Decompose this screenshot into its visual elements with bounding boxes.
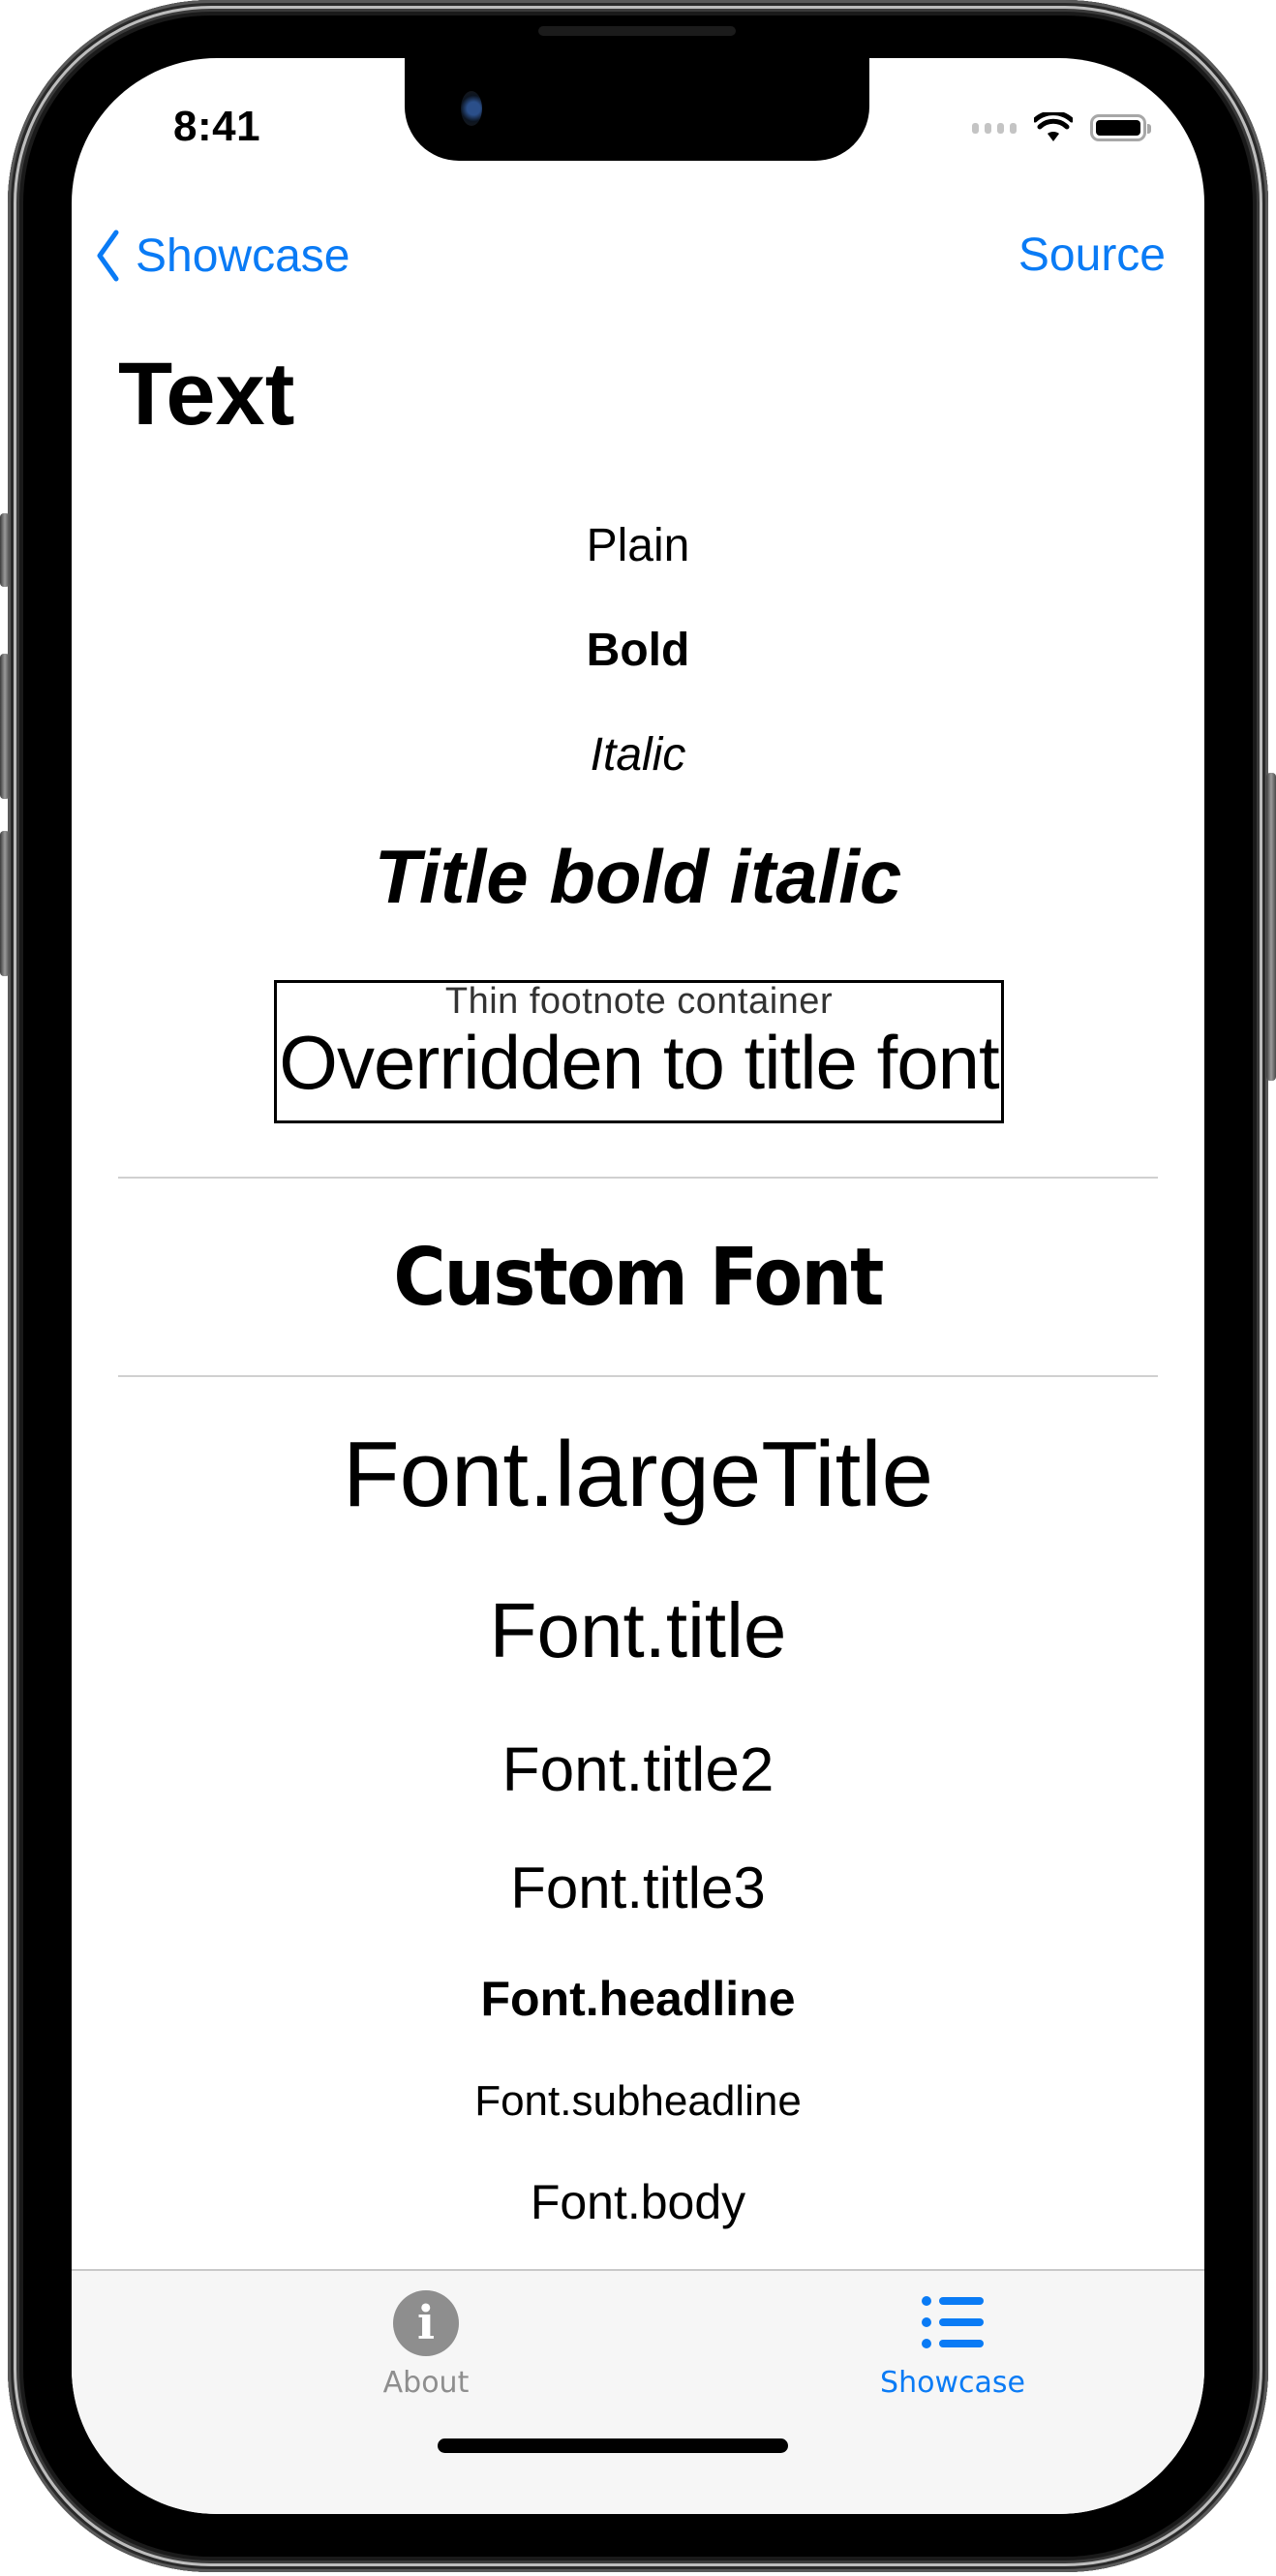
italic-text-sample: Italic: [590, 729, 686, 781]
notch: [405, 58, 869, 161]
back-button-label: Showcase: [136, 230, 350, 282]
info-circle-icon: i: [393, 2290, 459, 2356]
chevron-left-icon: [97, 230, 119, 282]
tab-showcase-label: Showcase: [880, 2366, 1025, 2400]
font-title-sample: Font.title: [489, 1587, 787, 1673]
volume-down-button: [0, 831, 10, 976]
navigation-bar: Showcase Source: [72, 223, 1204, 300]
tab-about-label: About: [382, 2366, 470, 2400]
tab-bar: i About Showcase: [72, 2269, 1204, 2514]
status-time: 8:41: [173, 103, 261, 150]
page-title: Text: [118, 345, 295, 444]
list-bullet-icon: [918, 2290, 987, 2356]
font-large-title-sample: Font.largeTitle: [342, 1423, 934, 1526]
earpiece-speaker: [538, 26, 736, 36]
footnote-container: Thin footnote container Overridden to ti…: [274, 980, 1004, 1123]
front-camera: [461, 91, 482, 126]
battery-icon: [1090, 114, 1151, 141]
font-subheadline-sample: Font.subheadline: [474, 2077, 802, 2125]
font-body-sample: Font.body: [530, 2175, 746, 2229]
wifi-icon: [1034, 112, 1073, 141]
screen: 8:41 Showcase Source Text Plain Bold Ita…: [72, 58, 1204, 2514]
title-bold-italic-sample: Title bold italic: [374, 834, 902, 919]
silent-switch: [0, 513, 10, 587]
divider: [118, 1375, 1158, 1377]
status-icons: [972, 112, 1151, 143]
source-button[interactable]: Source: [1018, 229, 1166, 282]
home-indicator[interactable]: [438, 2438, 788, 2453]
plain-text-sample: Plain: [586, 520, 690, 571]
tab-showcase[interactable]: Showcase: [807, 2290, 1098, 2400]
cellular-signal-icon: [972, 122, 1017, 134]
volume-up-button: [0, 654, 10, 799]
overridden-title-text: Overridden to title font: [279, 1020, 999, 1105]
font-headline-sample: Font.headline: [480, 1972, 796, 2026]
divider: [118, 1177, 1158, 1179]
back-button[interactable]: Showcase: [95, 229, 349, 283]
custom-font-sample: Custom Font: [393, 1232, 884, 1324]
footnote-container-label: Thin footnote container: [444, 981, 834, 1022]
font-title3-sample: Font.title3: [510, 1855, 766, 1920]
bold-text-sample: Bold: [586, 625, 690, 676]
tab-about[interactable]: i About: [281, 2290, 571, 2400]
font-title2-sample: Font.title2: [501, 1734, 775, 1804]
power-button: [1266, 773, 1276, 1081]
